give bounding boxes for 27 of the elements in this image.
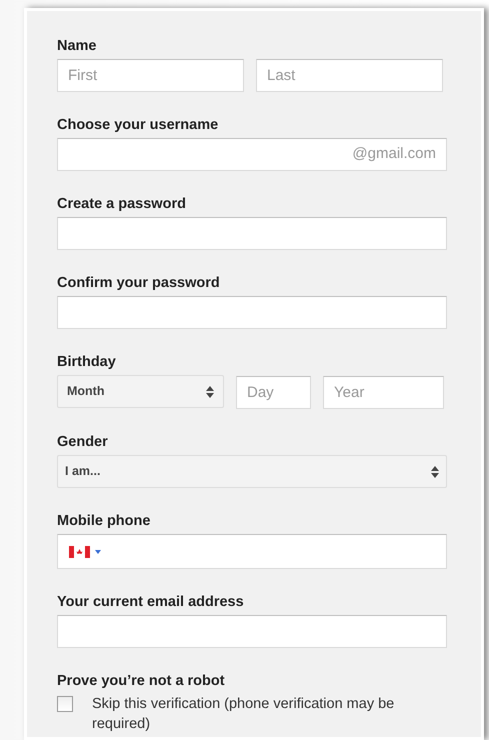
field-label: Birthday [57,353,117,371]
month-select[interactable]: Month [57,375,224,408]
text-input[interactable]: Year [323,376,444,409]
field-label: Your current email address [57,593,245,611]
text-input[interactable]: First [57,59,244,92]
flag-icon [69,546,90,558]
text-input[interactable] [57,296,447,329]
text-input[interactable] [57,615,447,648]
field-label: Mobile phone [57,512,152,530]
field-label: Confirm your password [57,274,221,292]
field-label: Prove you’re not a robot [57,672,226,690]
domain-suffix: @gmail.com [352,144,436,164]
field-label: Name [57,37,98,55]
text-input[interactable] [57,217,447,250]
checkbox-label: Skip this verification (phone verification may be required) [92,695,396,734]
country-picker[interactable] [69,546,101,558]
text-input[interactable]: Last [256,59,443,92]
field-label: Gender [57,433,109,451]
gender-select[interactable]: I am... [57,455,447,488]
field-label: Create a password [57,195,187,213]
up-down-arrows-icon [206,386,214,398]
checkbox[interactable] [57,696,73,712]
text-input[interactable]: Day [236,376,311,409]
field-label: Choose your username [57,116,220,134]
caret-icon [95,550,101,554]
phone-field[interactable] [57,534,447,569]
up-down-arrows-icon [431,466,439,478]
